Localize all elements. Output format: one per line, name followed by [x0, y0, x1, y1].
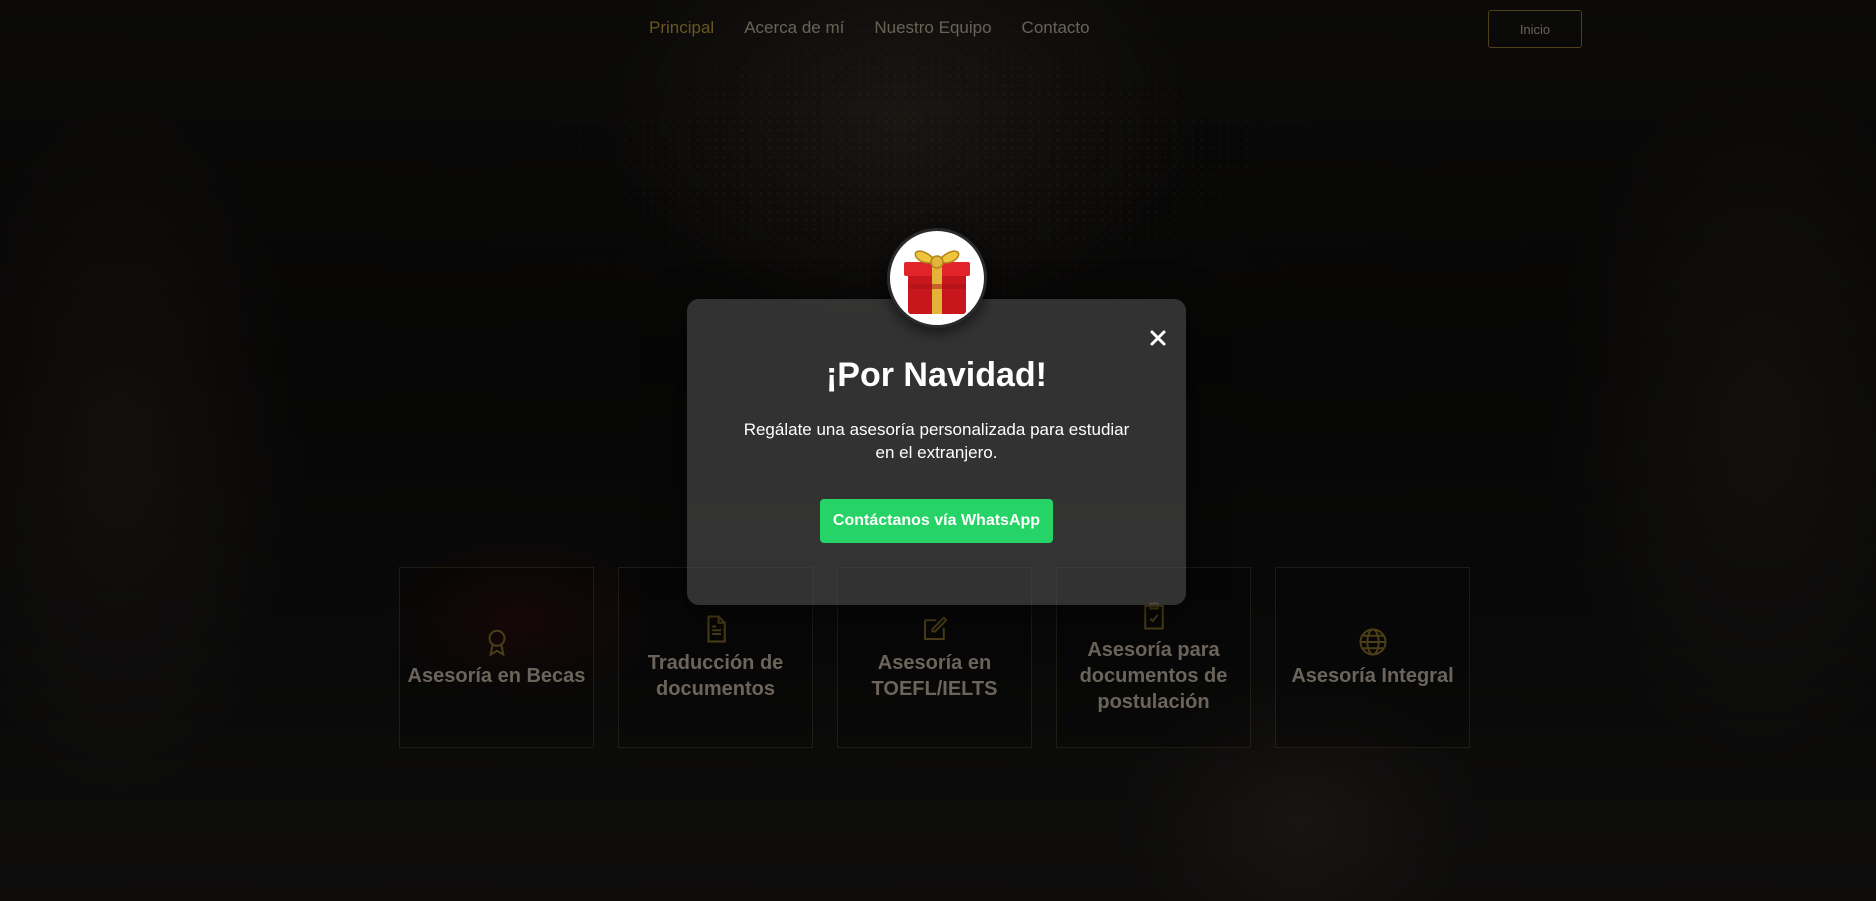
edit-icon: [923, 615, 948, 640]
nav-link-acerca[interactable]: Acerca de mí: [744, 18, 844, 38]
nav-links: Principal Acerca de mí Nuestro Equipo Co…: [649, 18, 1090, 38]
close-icon: [1150, 330, 1166, 346]
top-navigation: Principal Acerca de mí Nuestro Equipo Co…: [0, 0, 1876, 60]
service-card-integral[interactable]: Asesoría Integral: [1275, 567, 1470, 748]
whatsapp-button[interactable]: Contáctanos vía WhatsApp: [820, 499, 1053, 543]
award-icon: [488, 629, 505, 657]
service-title: Asesoría en Becas: [407, 664, 586, 687]
popup-text: Regálate una asesoría personalizada para…: [743, 420, 1130, 462]
nav-link-equipo[interactable]: Nuestro Equipo: [874, 18, 991, 38]
inicio-button[interactable]: Inicio: [1488, 10, 1582, 48]
service-title: Traducción de documentos: [647, 651, 784, 700]
gift-icon: [904, 250, 970, 314]
popup-title: ¡Por Navidad!: [825, 356, 1048, 394]
service-card-becas[interactable]: Asesoría en Becas: [399, 567, 594, 748]
service-title: Asesoría Integral: [1291, 664, 1454, 687]
clipboard-check-icon: [1143, 602, 1164, 629]
close-button[interactable]: [1145, 325, 1171, 351]
service-title: Asesoría en TOEFL/IELTS: [871, 651, 998, 700]
nav-link-principal[interactable]: Principal: [649, 18, 714, 38]
document-icon: [707, 615, 726, 642]
service-title: Asesoría para documentos de postulación: [1079, 638, 1228, 713]
nav-link-contacto[interactable]: Contacto: [1022, 18, 1090, 38]
globe-icon: [1359, 628, 1386, 655]
gift-badge: [887, 228, 987, 328]
